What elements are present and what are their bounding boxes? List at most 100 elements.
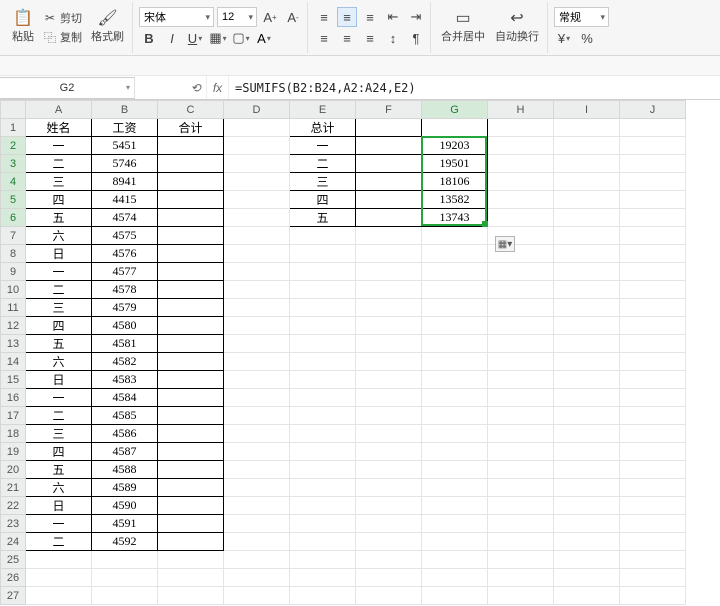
cell-G6[interactable]: 13743: [422, 209, 488, 227]
cell-H15[interactable]: [488, 371, 554, 389]
cell-J6[interactable]: [620, 209, 686, 227]
cell-A24[interactable]: 二: [26, 533, 92, 551]
font-name-select[interactable]: 宋体: [139, 7, 214, 27]
paste-button[interactable]: 📋 粘贴: [8, 9, 38, 46]
cell-D13[interactable]: [224, 335, 290, 353]
row-header-9[interactable]: 9: [1, 263, 26, 281]
cell-B11[interactable]: 4579: [92, 299, 158, 317]
row-header-5[interactable]: 5: [1, 191, 26, 209]
cell-A25[interactable]: [26, 551, 92, 569]
cell-H11[interactable]: [488, 299, 554, 317]
cell-J18[interactable]: [620, 425, 686, 443]
cell-F6[interactable]: [356, 209, 422, 227]
cell-A4[interactable]: 三: [26, 173, 92, 191]
cell-F21[interactable]: [356, 479, 422, 497]
cell-E6[interactable]: 五: [290, 209, 356, 227]
cell-C24[interactable]: [158, 533, 224, 551]
cell-F22[interactable]: [356, 497, 422, 515]
cell-A14[interactable]: 六: [26, 353, 92, 371]
cell-B26[interactable]: [92, 569, 158, 587]
cell-A6[interactable]: 五: [26, 209, 92, 227]
row-header-13[interactable]: 13: [1, 335, 26, 353]
cell-F5[interactable]: [356, 191, 422, 209]
cell-H10[interactable]: [488, 281, 554, 299]
align-right-button[interactable]: ≡: [360, 28, 380, 48]
cell-D20[interactable]: [224, 461, 290, 479]
cell-B24[interactable]: 4592: [92, 533, 158, 551]
cell-J27[interactable]: [620, 587, 686, 605]
cell-F8[interactable]: [356, 245, 422, 263]
formula-cancel-button[interactable]: ⟲: [185, 76, 207, 99]
borders-button[interactable]: ▦▾: [208, 28, 228, 48]
cell-J15[interactable]: [620, 371, 686, 389]
cell-E3[interactable]: 二: [290, 155, 356, 173]
percent-button[interactable]: %: [577, 28, 597, 48]
cell-C17[interactable]: [158, 407, 224, 425]
cell-E19[interactable]: [290, 443, 356, 461]
cell-A17[interactable]: 二: [26, 407, 92, 425]
cell-I14[interactable]: [554, 353, 620, 371]
cell-A20[interactable]: 五: [26, 461, 92, 479]
cell-I9[interactable]: [554, 263, 620, 281]
copy-button[interactable]: ⿻ 复制: [40, 28, 85, 47]
cell-E27[interactable]: [290, 587, 356, 605]
cell-A3[interactable]: 二: [26, 155, 92, 173]
cell-C10[interactable]: [158, 281, 224, 299]
cell-B14[interactable]: 4582: [92, 353, 158, 371]
row-header-22[interactable]: 22: [1, 497, 26, 515]
cell-E1[interactable]: 总计: [290, 119, 356, 137]
cell-I16[interactable]: [554, 389, 620, 407]
cell-G12[interactable]: [422, 317, 488, 335]
cell-F16[interactable]: [356, 389, 422, 407]
cell-I6[interactable]: [554, 209, 620, 227]
cell-G1[interactable]: [422, 119, 488, 137]
cell-C15[interactable]: [158, 371, 224, 389]
cell-B17[interactable]: 4585: [92, 407, 158, 425]
row-header-24[interactable]: 24: [1, 533, 26, 551]
cell-J12[interactable]: [620, 317, 686, 335]
cell-D18[interactable]: [224, 425, 290, 443]
cell-I4[interactable]: [554, 173, 620, 191]
fx-button[interactable]: fx: [207, 76, 229, 99]
cut-button[interactable]: ✂ 剪切: [40, 9, 85, 27]
cell-D15[interactable]: [224, 371, 290, 389]
bold-button[interactable]: B: [139, 28, 159, 48]
cell-I10[interactable]: [554, 281, 620, 299]
cell-E24[interactable]: [290, 533, 356, 551]
cell-A2[interactable]: 一: [26, 137, 92, 155]
cell-H19[interactable]: [488, 443, 554, 461]
row-header-21[interactable]: 21: [1, 479, 26, 497]
cell-D24[interactable]: [224, 533, 290, 551]
row-header-18[interactable]: 18: [1, 425, 26, 443]
cell-G15[interactable]: [422, 371, 488, 389]
cell-A19[interactable]: 四: [26, 443, 92, 461]
column-header-J[interactable]: J: [620, 101, 686, 119]
cell-B15[interactable]: 4583: [92, 371, 158, 389]
cell-F4[interactable]: [356, 173, 422, 191]
column-header-G[interactable]: G: [422, 101, 488, 119]
cell-I3[interactable]: [554, 155, 620, 173]
cell-D14[interactable]: [224, 353, 290, 371]
underline-button[interactable]: U▾: [185, 28, 205, 48]
row-header-12[interactable]: 12: [1, 317, 26, 335]
row-header-25[interactable]: 25: [1, 551, 26, 569]
cell-J1[interactable]: [620, 119, 686, 137]
increase-font-button[interactable]: A+: [260, 7, 280, 27]
cell-F11[interactable]: [356, 299, 422, 317]
align-left-button[interactable]: ≡: [314, 28, 334, 48]
cell-H17[interactable]: [488, 407, 554, 425]
cell-H24[interactable]: [488, 533, 554, 551]
cell-G11[interactable]: [422, 299, 488, 317]
cell-H26[interactable]: [488, 569, 554, 587]
currency-button[interactable]: ¥▾: [554, 28, 574, 48]
cell-H5[interactable]: [488, 191, 554, 209]
autofill-options-button[interactable]: ▦▾: [495, 236, 515, 252]
cell-D16[interactable]: [224, 389, 290, 407]
row-header-7[interactable]: 7: [1, 227, 26, 245]
column-header-A[interactable]: A: [26, 101, 92, 119]
cell-B9[interactable]: 4577: [92, 263, 158, 281]
cell-H20[interactable]: [488, 461, 554, 479]
cell-B4[interactable]: 8941: [92, 173, 158, 191]
cell-D17[interactable]: [224, 407, 290, 425]
cell-G5[interactable]: 13582: [422, 191, 488, 209]
